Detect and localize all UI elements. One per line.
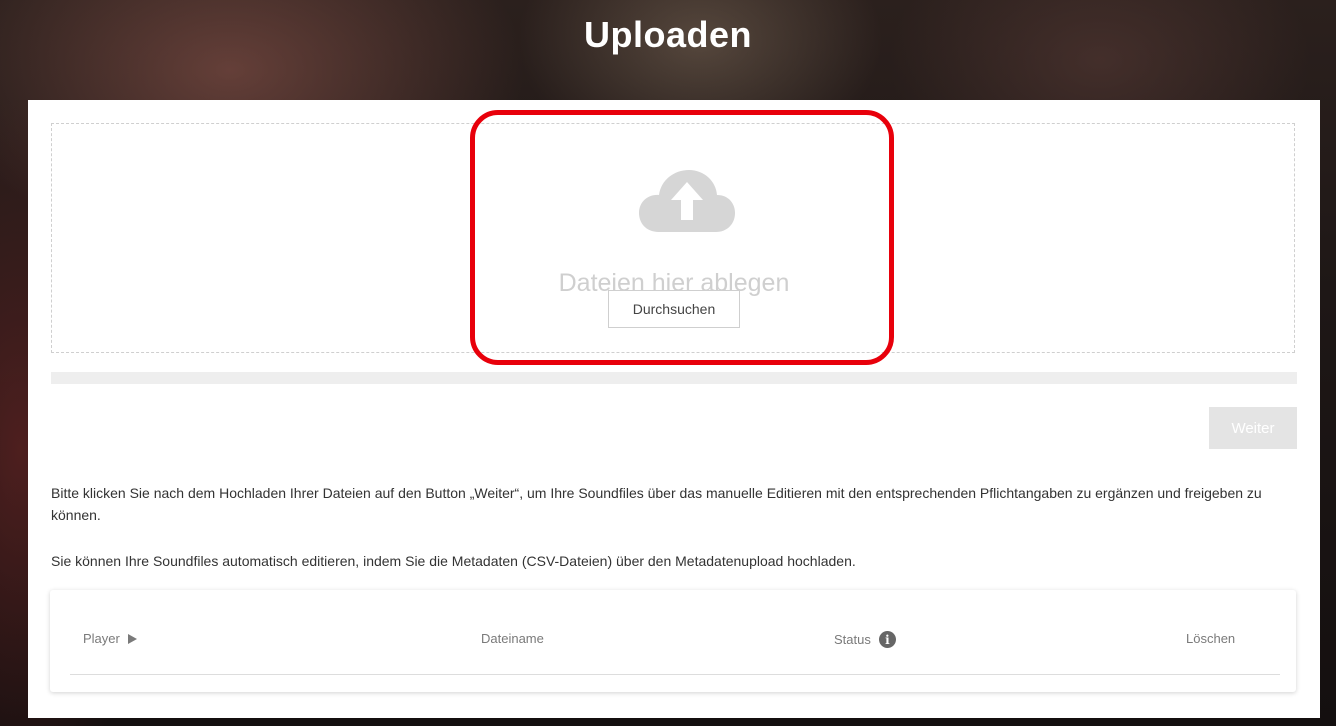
upload-instructions-text: Bitte klicken Sie nach dem Hochladen Ihr…: [51, 485, 1262, 523]
table-divider: [70, 674, 1280, 675]
column-delete-label: Löschen: [1186, 631, 1236, 646]
uploads-table: Player Dateiname Status i Löschen: [50, 590, 1296, 692]
page-title: Uploaden: [583, 14, 752, 55]
file-dropzone[interactable]: Dateien hier ablegen Durchsuchen: [51, 123, 1295, 353]
browse-button[interactable]: Durchsuchen: [608, 290, 740, 328]
play-icon[interactable]: [127, 633, 137, 644]
upload-progress-bar: [51, 372, 1297, 384]
column-status: Status i: [834, 631, 896, 648]
column-status-label: Status: [834, 632, 871, 647]
column-filename: Dateiname: [481, 631, 544, 646]
column-player[interactable]: Player: [83, 631, 137, 646]
column-player-label: Player: [83, 631, 120, 646]
column-delete: Löschen: [1186, 631, 1235, 646]
column-filename-label: Dateiname: [481, 631, 544, 646]
table-header: Player Dateiname Status i Löschen: [50, 590, 1296, 692]
metadata-upload-hint-text: Sie können Ihre Soundfiles automatisch e…: [51, 553, 856, 569]
info-icon[interactable]: i: [878, 631, 896, 648]
upload-panel: Dateien hier ablegen Durchsuchen Weiter …: [28, 100, 1320, 718]
next-button[interactable]: Weiter: [1209, 407, 1297, 449]
cloud-upload-icon: [639, 170, 735, 232]
